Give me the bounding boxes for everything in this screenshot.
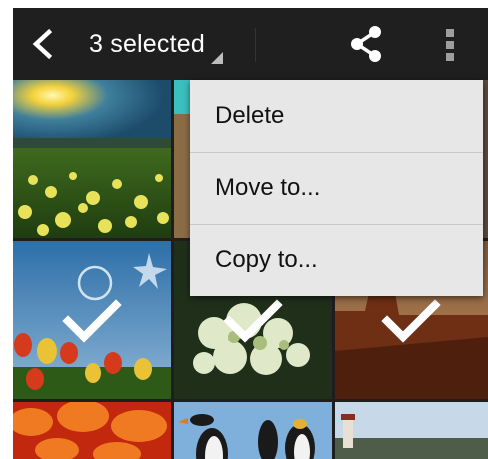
menu-item-copy-to[interactable]: Copy to... (190, 224, 483, 296)
photo-thumbnail (13, 80, 171, 238)
photo-tile[interactable] (13, 402, 171, 459)
menu-item-label: Delete (215, 102, 285, 129)
overflow-popup-menu: Delete Move to... Copy to... (190, 80, 483, 296)
selected-checkmark-icon (223, 299, 283, 343)
photo-tile[interactable] (335, 402, 488, 459)
share-icon[interactable] (346, 23, 386, 65)
overflow-menu-icon[interactable] (438, 26, 462, 64)
selection-title[interactable]: 3 selected (89, 26, 205, 62)
back-chevron-icon[interactable] (25, 26, 61, 62)
selection-count-label: 3 selected (89, 29, 205, 58)
selected-checkmark-icon (381, 299, 441, 343)
photo-tile[interactable] (174, 402, 332, 459)
menu-item-label: Copy to... (215, 246, 318, 273)
photo-tile[interactable] (13, 241, 171, 399)
menu-item-delete[interactable]: Delete (190, 80, 483, 152)
photo-tile[interactable] (13, 80, 171, 238)
menu-item-move-to[interactable]: Move to... (190, 152, 483, 224)
action-bar: 3 selected (13, 8, 488, 80)
gallery-screen: 3 selected Delete Move to... Copy to... (13, 8, 488, 459)
selected-checkmark-icon (62, 299, 122, 343)
photo-thumbnail (174, 402, 332, 459)
divider (255, 28, 256, 62)
photo-thumbnail (13, 402, 171, 459)
dropdown-indicator-icon (211, 52, 223, 64)
menu-item-label: Move to... (215, 174, 321, 201)
photo-thumbnail (335, 402, 488, 459)
